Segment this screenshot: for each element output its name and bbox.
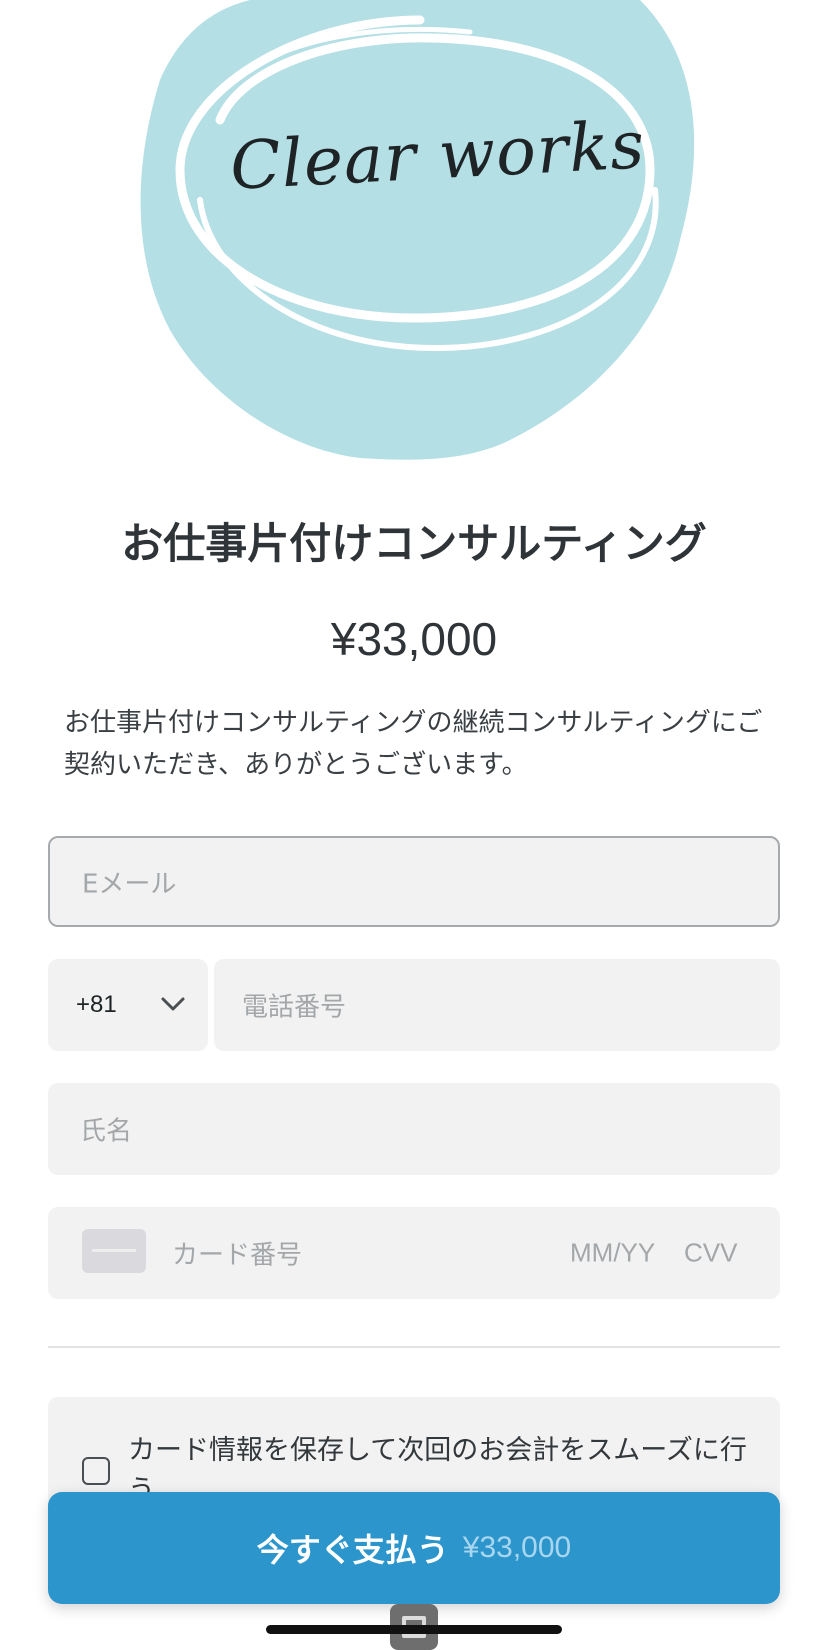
card-field[interactable]: カード番号 MM/YY CVV: [48, 1207, 780, 1299]
pay-button-label: 今すぐ支払う: [256, 1532, 449, 1568]
credit-card-icon: [82, 1229, 146, 1273]
card-expiry-placeholder: MM/YY: [570, 1237, 656, 1268]
phone-placeholder: 電話番号: [242, 992, 347, 1023]
product-price: ¥33,000: [330, 613, 498, 665]
country-code-value: +81: [76, 991, 117, 1018]
product-description: お仕事片付けコンサルティングの継続コンサルティングにご契約いただき、ありがとうご…: [64, 708, 763, 780]
card-cvv-placeholder: CVV: [684, 1237, 738, 1268]
name-field[interactable]: 氏名: [48, 1083, 780, 1175]
pay-button-amount: ¥33,000: [462, 1531, 572, 1564]
product-title: お仕事片付けコンサルティング: [121, 519, 707, 568]
name-placeholder: 氏名: [80, 1116, 133, 1147]
email-field[interactable]: Eメール: [48, 836, 780, 927]
email-placeholder: Eメール: [82, 869, 177, 899]
home-indicator[interactable]: [266, 1625, 562, 1634]
chevron-down-icon: [161, 997, 185, 1011]
pay-now-button[interactable]: 今すぐ支払う ¥33,000: [48, 1492, 780, 1604]
save-card-checkbox[interactable]: [82, 1457, 110, 1485]
divider: [48, 1346, 780, 1348]
card-number-placeholder: カード番号: [172, 1240, 303, 1271]
country-code-select[interactable]: +81: [48, 959, 208, 1051]
logo-blob: [140, 0, 695, 460]
brand-logo: Clear works: [0, 0, 828, 460]
phone-field[interactable]: 電話番号: [214, 959, 780, 1051]
